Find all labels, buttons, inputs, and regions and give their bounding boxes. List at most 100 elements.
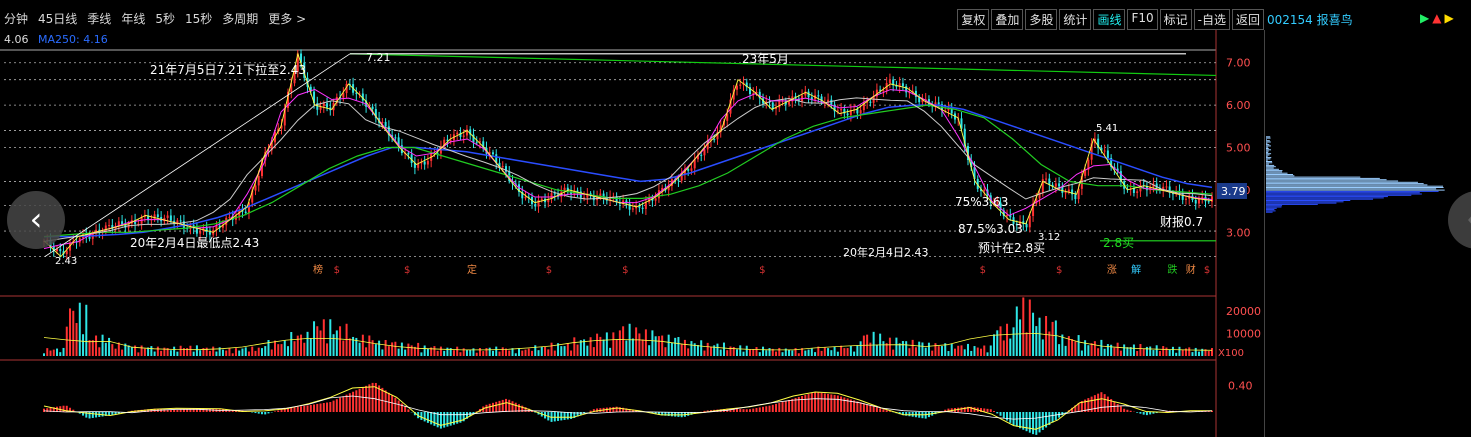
profile-bar [1266,162,1273,164]
vol-bar [1054,320,1057,356]
macd-bar [823,393,826,412]
vol-bar [966,343,969,356]
macd-bar [1129,410,1132,412]
vol-bar [195,345,198,356]
candle-body [830,99,833,105]
profile-bar [1266,177,1380,179]
vol-bar [1158,350,1161,356]
macd-bar [791,398,794,412]
nav-left-button[interactable]: ‹ [7,191,65,249]
vol-bar [1103,348,1106,356]
profile-bar [1266,145,1271,147]
candle-body [322,103,325,107]
candle-body [771,102,774,110]
candle-body [540,198,543,200]
vol-bar [680,344,683,356]
note-drop: 21年7月5日7.21下拉至2.43 [150,62,306,77]
macd-bar [394,397,397,412]
vol-bar [130,346,133,356]
vol-bar [1142,348,1145,356]
vol-bar [963,349,966,356]
macd-bar [836,395,839,412]
candle-body [1064,192,1067,194]
candle-body [394,137,397,139]
macd-bar [504,398,507,412]
macd-bar [1097,393,1100,412]
vol-bar [670,342,673,356]
profile-bar [1266,190,1439,192]
vol-bar [326,343,329,356]
profile-bar [1266,200,1351,201]
vol-bar [436,350,439,356]
vol-bar [739,345,742,356]
vol-bar [1171,346,1174,356]
vol-bar [82,334,85,356]
macd-bar [768,405,771,412]
vol-bar [290,332,293,356]
vol-bar [153,351,156,356]
vol-bar [1126,347,1129,356]
vol-bar [970,350,973,356]
macd-bar [804,395,807,412]
macd-bar [862,403,865,412]
profile-bar [1266,154,1270,156]
candle-body [537,199,540,207]
vol-bar [706,342,709,356]
ma250-line [44,104,1213,238]
vol-bar [807,349,810,356]
vol-bar [540,346,543,356]
vol-bar [895,337,898,356]
profile-bar [1266,209,1275,211]
macd-bar [866,404,869,412]
macd-bar [43,408,45,412]
macd-bar [739,409,742,412]
profile-bar [1266,163,1269,165]
macd-bar [400,403,403,412]
vol-bar [1025,332,1028,356]
macd-bar [407,409,410,412]
macd-bar [95,412,98,418]
macd-bar [820,392,823,412]
candle-body [735,85,738,90]
vol-bar [1051,321,1054,356]
vol-bar [1168,349,1171,356]
vol-bar [1100,339,1103,356]
macd-bar [560,412,563,421]
macd-bar [788,399,791,412]
event-marker-9: 涨 [1107,264,1117,276]
candle-body [856,109,859,114]
vol-bar [1035,326,1038,356]
candle-body [153,214,156,220]
vol-bar [335,330,338,356]
vol-bar [407,343,410,356]
macd-bar [1009,412,1012,423]
profile-bar [1266,141,1271,143]
vol-bar [960,345,963,356]
profile-bar [1266,206,1282,208]
macd-bar [557,412,560,421]
vol-bar [495,346,498,356]
candle-body [677,179,680,181]
profile-bar [1266,181,1418,183]
macd-bar [446,412,449,427]
vol-bar [1149,346,1152,356]
vol-bar [648,345,651,356]
stock-chart[interactable]: 7.006.005.004.003.0021年7月5日7.21下拉至2.437.… [0,0,1471,437]
macd-bar [260,412,263,415]
macd-bar [615,406,618,412]
macd-bar [316,403,319,412]
vol-bar [293,341,296,356]
vol-bar [1136,351,1139,356]
vol-bar [65,326,68,356]
macd-bar [758,407,761,412]
vol-bar [273,340,276,356]
vol-bar [257,347,260,356]
candle-body [1028,215,1031,228]
profile-bar [1266,176,1361,178]
candle-body [840,108,843,111]
vol-bar [518,348,521,356]
vol-bar [937,346,940,356]
label-low: 2.43 [55,256,77,267]
macd-bar [1054,412,1057,421]
candle-body [576,190,579,192]
